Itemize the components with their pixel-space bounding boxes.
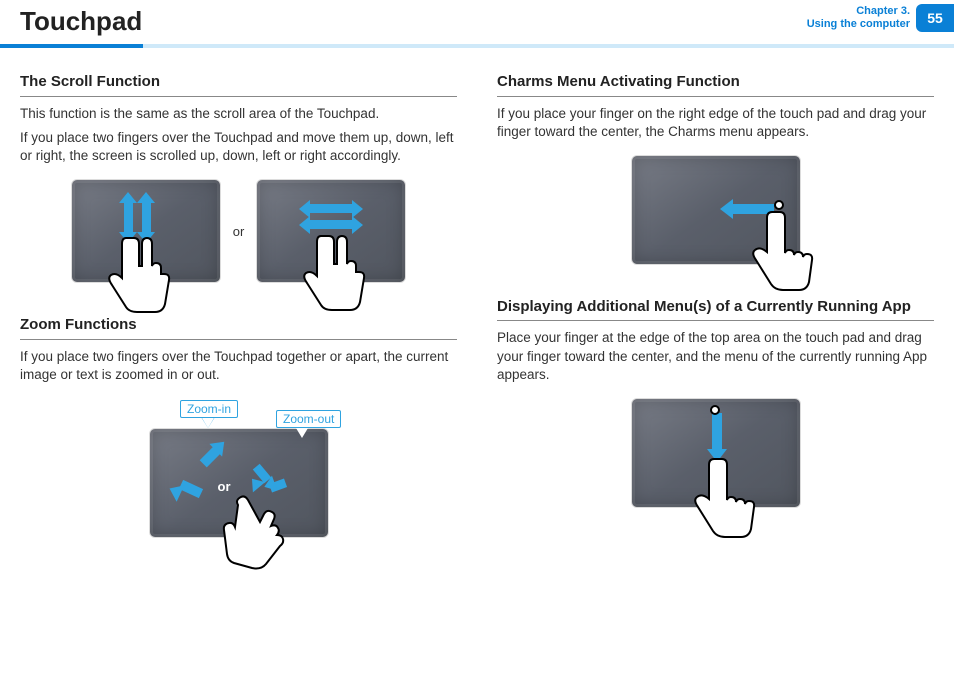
page-title: Touchpad — [20, 6, 142, 37]
chapter-info: Chapter 3. Using the computer 55 — [807, 4, 954, 32]
pinch-hand-icon — [220, 487, 310, 587]
two-finger-hand-icon — [299, 228, 379, 318]
menus-figure — [497, 398, 934, 508]
zoom-p1: If you place two fingers over the Touchp… — [20, 348, 457, 384]
right-column: Charms Menu Activating Function If you p… — [497, 72, 934, 600]
two-finger-hand-icon — [104, 230, 184, 320]
touchpad-zoom: or — [149, 428, 329, 538]
charms-figure — [497, 155, 934, 265]
scroll-figure-row: or — [20, 179, 457, 283]
scroll-heading: The Scroll Function — [20, 72, 457, 97]
charms-p1: If you place your finger on the right ed… — [497, 105, 934, 141]
chapter-line2: Using the computer — [807, 18, 910, 31]
chapter-line1: Chapter 3. — [807, 5, 910, 18]
zoom-heading: Zoom Functions — [20, 315, 457, 340]
zoom-out-callout: Zoom-out — [276, 410, 341, 428]
page-number-badge: 55 — [916, 4, 954, 32]
zoom-figure: or Zoom-in Zoom-out — [20, 398, 457, 568]
charms-heading: Charms Menu Activating Function — [497, 72, 934, 97]
zoom-in-callout: Zoom-in — [180, 400, 238, 418]
one-finger-hand-icon — [686, 453, 761, 548]
scroll-p1: This function is the same as the scroll … — [20, 105, 457, 123]
or-label-scroll: or — [233, 224, 245, 239]
touchpad-menus — [631, 398, 801, 508]
accent-bar — [0, 44, 954, 48]
touchpad-horizontal-scroll — [256, 179, 406, 283]
touchpad-vertical-scroll — [71, 179, 221, 283]
left-column: The Scroll Function This function is the… — [20, 72, 457, 600]
scroll-p2: If you place two fingers over the Touchp… — [20, 129, 457, 165]
menus-p1: Place your finger at the edge of the top… — [497, 329, 934, 384]
touchpad-charms — [631, 155, 801, 265]
menus-heading: Displaying Additional Menu(s) of a Curre… — [497, 297, 934, 322]
one-finger-hand-icon — [744, 206, 819, 301]
